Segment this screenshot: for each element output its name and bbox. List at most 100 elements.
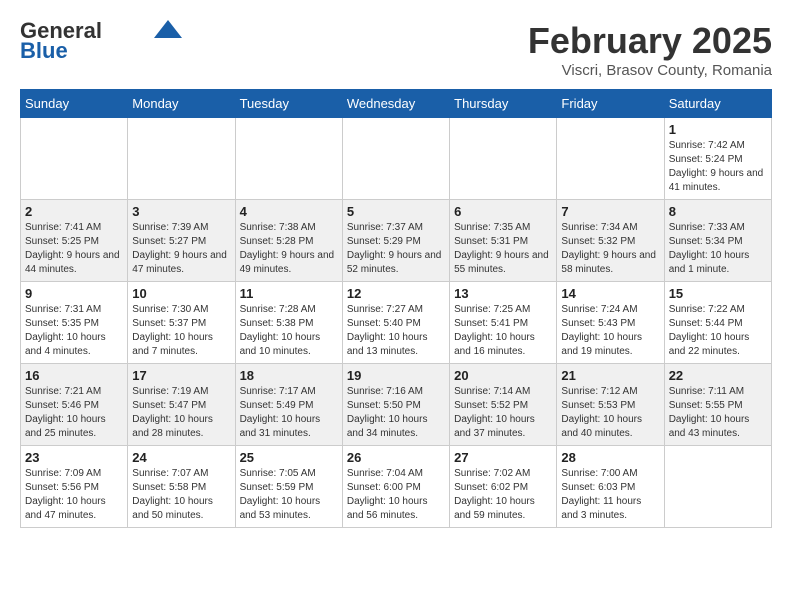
day-number: 3 [132, 204, 230, 219]
calendar-cell: 23Sunrise: 7:09 AM Sunset: 5:56 PM Dayli… [21, 446, 128, 528]
day-info: Sunrise: 7:00 AM Sunset: 6:03 PM Dayligh… [561, 467, 659, 523]
day-info: Sunrise: 7:14 AM Sunset: 5:52 PM Dayligh… [454, 385, 552, 441]
calendar-cell: 22 Sunrise: 7:11 AM Sunset: 5:55 PM Dayli… [664, 364, 771, 446]
day-number: 5 [347, 204, 445, 219]
header-day-friday: Friday [557, 90, 664, 118]
title-area: February 2025 Viscri, Brasov County, Rom… [528, 20, 772, 79]
day-number: 17 [132, 368, 230, 383]
day-info: Sunrise: 7:31 AM Sunset: 5:35 PM Dayligh… [25, 303, 123, 359]
calendar-cell: 1 Sunrise: 7:42 AM Sunset: 5:24 PM Daylig… [664, 118, 771, 200]
day-number: 27 [454, 450, 552, 465]
day-number: 2 [25, 204, 123, 219]
calendar-cell: 6 Sunrise: 7:35 AM Sunset: 5:31 PM Daylig… [450, 200, 557, 282]
calendar-title: February 2025 [528, 20, 772, 62]
calendar-cell: 8 Sunrise: 7:33 AM Sunset: 5:34 PM Daylig… [664, 200, 771, 282]
header-day-saturday: Saturday [664, 90, 771, 118]
calendar-cell [235, 118, 342, 200]
week-row-3: 16 Sunrise: 7:21 AM Sunset: 5:46 PM Dayli… [21, 364, 772, 446]
day-info: Sunrise: 7:04 AM Sunset: 6:00 PM Dayligh… [347, 467, 445, 523]
calendar-cell: 21 Sunrise: 7:12 AM Sunset: 5:53 PM Dayli… [557, 364, 664, 446]
calendar-cell: 5 Sunrise: 7:37 AM Sunset: 5:29 PM Daylig… [342, 200, 449, 282]
day-number: 22 [669, 368, 767, 383]
calendar-header-row: SundayMondayTuesdayWednesdayThursdayFrid… [21, 90, 772, 118]
day-number: 8 [669, 204, 767, 219]
calendar-subtitle: Viscri, Brasov County, Romania [528, 62, 772, 79]
header-day-tuesday: Tuesday [235, 90, 342, 118]
day-info: Sunrise: 7:25 AM Sunset: 5:41 PM Dayligh… [454, 303, 552, 359]
day-info: Sunrise: 7:19 AM Sunset: 5:47 PM Dayligh… [132, 385, 230, 441]
week-row-4: 23Sunrise: 7:09 AM Sunset: 5:56 PM Dayli… [21, 446, 772, 528]
week-row-2: 9 Sunrise: 7:31 AM Sunset: 5:35 PM Daylig… [21, 282, 772, 364]
logo-blue: Blue [20, 40, 68, 62]
day-number: 4 [240, 204, 338, 219]
calendar-cell: 20 Sunrise: 7:14 AM Sunset: 5:52 PM Dayli… [450, 364, 557, 446]
day-info: Sunrise: 7:17 AM Sunset: 5:49 PM Dayligh… [240, 385, 338, 441]
calendar-cell: 27 Sunrise: 7:02 AM Sunset: 6:02 PM Dayli… [450, 446, 557, 528]
day-info: Sunrise: 7:16 AM Sunset: 5:50 PM Dayligh… [347, 385, 445, 441]
day-info: Sunrise: 7:02 AM Sunset: 6:02 PM Dayligh… [454, 467, 552, 523]
logo-icon [154, 20, 182, 38]
day-info: Sunrise: 7:07 AM Sunset: 5:58 PM Dayligh… [132, 467, 230, 523]
day-info: Sunrise: 7:09 AM Sunset: 5:56 PM Dayligh… [25, 467, 123, 523]
week-row-0: 1 Sunrise: 7:42 AM Sunset: 5:24 PM Daylig… [21, 118, 772, 200]
calendar-cell: 10 Sunrise: 7:30 AM Sunset: 5:37 PM Dayli… [128, 282, 235, 364]
calendar-cell [342, 118, 449, 200]
day-number: 18 [240, 368, 338, 383]
calendar-cell: 15 Sunrise: 7:22 AM Sunset: 5:44 PM Dayli… [664, 282, 771, 364]
logo: General Blue [20, 20, 182, 62]
day-number: 26 [347, 450, 445, 465]
day-number: 16 [25, 368, 123, 383]
day-info: Sunrise: 7:37 AM Sunset: 5:29 PM Dayligh… [347, 221, 445, 277]
calendar-cell [557, 118, 664, 200]
header-day-sunday: Sunday [21, 90, 128, 118]
header: General Blue February 2025 Viscri, Braso… [20, 20, 772, 79]
day-info: Sunrise: 7:12 AM Sunset: 5:53 PM Dayligh… [561, 385, 659, 441]
day-info: Sunrise: 7:22 AM Sunset: 5:44 PM Dayligh… [669, 303, 767, 359]
calendar-cell: 25 Sunrise: 7:05 AM Sunset: 5:59 PM Dayli… [235, 446, 342, 528]
calendar-cell: 12Sunrise: 7:27 AM Sunset: 5:40 PM Dayli… [342, 282, 449, 364]
day-number: 20 [454, 368, 552, 383]
day-number: 19 [347, 368, 445, 383]
calendar-table: SundayMondayTuesdayWednesdayThursdayFrid… [20, 89, 772, 528]
calendar-cell: 7 Sunrise: 7:34 AM Sunset: 5:32 PM Daylig… [557, 200, 664, 282]
calendar-cell: 13 Sunrise: 7:25 AM Sunset: 5:41 PM Dayli… [450, 282, 557, 364]
calendar-cell: 17 Sunrise: 7:19 AM Sunset: 5:47 PM Dayli… [128, 364, 235, 446]
day-number: 9 [25, 286, 123, 301]
day-info: Sunrise: 7:41 AM Sunset: 5:25 PM Dayligh… [25, 221, 123, 277]
calendar-cell: 2 Sunrise: 7:41 AM Sunset: 5:25 PM Daylig… [21, 200, 128, 282]
header-day-wednesday: Wednesday [342, 90, 449, 118]
day-number: 15 [669, 286, 767, 301]
day-number: 14 [561, 286, 659, 301]
day-number: 21 [561, 368, 659, 383]
day-number: 6 [454, 204, 552, 219]
calendar-cell: 9 Sunrise: 7:31 AM Sunset: 5:35 PM Daylig… [21, 282, 128, 364]
day-info: Sunrise: 7:21 AM Sunset: 5:46 PM Dayligh… [25, 385, 123, 441]
day-number: 25 [240, 450, 338, 465]
calendar-cell: 24Sunrise: 7:07 AM Sunset: 5:58 PM Dayli… [128, 446, 235, 528]
day-number: 11 [240, 286, 338, 301]
calendar-cell: 28Sunrise: 7:00 AM Sunset: 6:03 PM Dayli… [557, 446, 664, 528]
day-info: Sunrise: 7:42 AM Sunset: 5:24 PM Dayligh… [669, 139, 767, 195]
calendar-cell: 19 Sunrise: 7:16 AM Sunset: 5:50 PM Dayli… [342, 364, 449, 446]
day-info: Sunrise: 7:28 AM Sunset: 5:38 PM Dayligh… [240, 303, 338, 359]
day-info: Sunrise: 7:27 AM Sunset: 5:40 PM Dayligh… [347, 303, 445, 359]
calendar-cell [664, 446, 771, 528]
day-info: Sunrise: 7:30 AM Sunset: 5:37 PM Dayligh… [132, 303, 230, 359]
week-row-1: 2 Sunrise: 7:41 AM Sunset: 5:25 PM Daylig… [21, 200, 772, 282]
day-info: Sunrise: 7:24 AM Sunset: 5:43 PM Dayligh… [561, 303, 659, 359]
day-info: Sunrise: 7:35 AM Sunset: 5:31 PM Dayligh… [454, 221, 552, 277]
day-info: Sunrise: 7:05 AM Sunset: 5:59 PM Dayligh… [240, 467, 338, 523]
calendar-cell: 14 Sunrise: 7:24 AM Sunset: 5:43 PM Dayli… [557, 282, 664, 364]
day-number: 13 [454, 286, 552, 301]
calendar-cell: 16 Sunrise: 7:21 AM Sunset: 5:46 PM Dayli… [21, 364, 128, 446]
day-number: 1 [669, 122, 767, 137]
day-info: Sunrise: 7:11 AM Sunset: 5:55 PM Dayligh… [669, 385, 767, 441]
calendar-cell: 18 Sunrise: 7:17 AM Sunset: 5:49 PM Dayli… [235, 364, 342, 446]
day-info: Sunrise: 7:34 AM Sunset: 5:32 PM Dayligh… [561, 221, 659, 277]
day-number: 10 [132, 286, 230, 301]
day-info: Sunrise: 7:38 AM Sunset: 5:28 PM Dayligh… [240, 221, 338, 277]
day-info: Sunrise: 7:33 AM Sunset: 5:34 PM Dayligh… [669, 221, 767, 277]
day-info: Sunrise: 7:39 AM Sunset: 5:27 PM Dayligh… [132, 221, 230, 277]
day-number: 7 [561, 204, 659, 219]
calendar-cell [21, 118, 128, 200]
